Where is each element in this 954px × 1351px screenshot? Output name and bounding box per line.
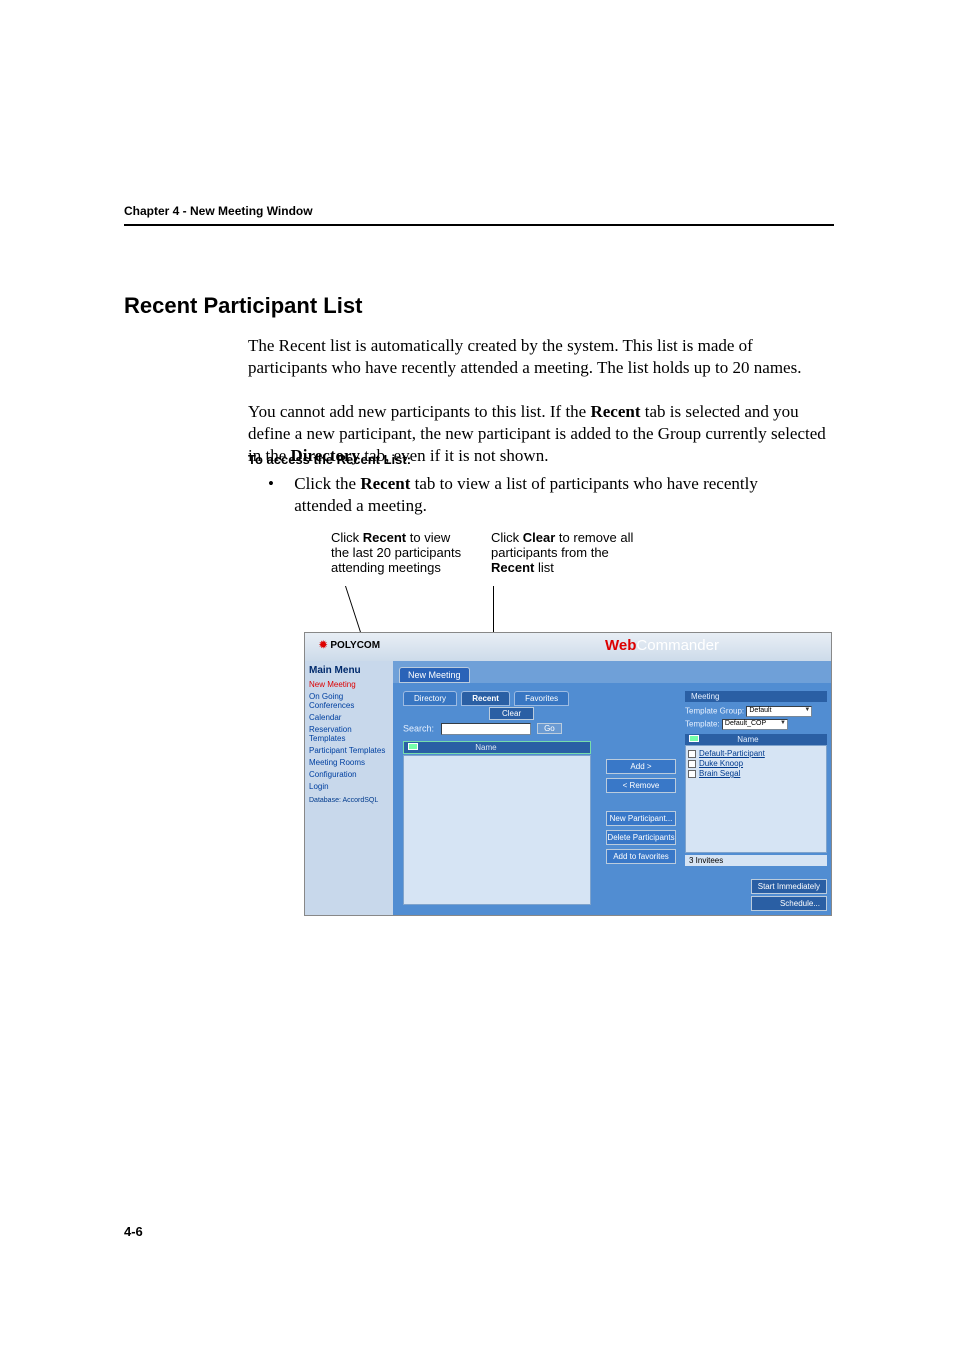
bottom-buttons: Start Immediately Schedule... [751, 877, 827, 911]
section-title: Recent Participant List [124, 293, 362, 319]
meeting-participants-list[interactable]: Default-Participant Duke Knoop Brain Seg… [685, 745, 827, 853]
recent-list[interactable] [403, 755, 591, 905]
participant-tabs: Directory Recent Favorites [403, 691, 571, 706]
annotation-clear-l1-post: to remove all [555, 530, 633, 545]
invitees-count: 3 Invitees [685, 855, 827, 866]
sidebar-title: Main Menu [309, 665, 389, 676]
sidebar-item-ongoing[interactable]: On Going Conferences [309, 692, 389, 710]
annotation-recent-l1-pre: Click [331, 530, 363, 545]
sidebar-item-login[interactable]: Login [309, 782, 389, 791]
sidebar-database: Database: AccordSQL [309, 797, 389, 804]
list-item[interactable]: Default-Participant [688, 749, 824, 758]
annotation-recent-l1-bold: Recent [363, 530, 406, 545]
template-group-label: Template Group: [685, 707, 744, 716]
annotation-clear-l1-pre: Click [491, 530, 523, 545]
brand-bar: ✹POLYCOM WebCommander [305, 633, 832, 661]
polycom-logo-text: POLYCOM [330, 640, 380, 651]
bullet-marker: • [268, 473, 290, 495]
meeting-panel-header: Meeting [685, 691, 827, 702]
annotation-arrow-left [345, 586, 362, 634]
annotation-clear-l3-post: list [534, 560, 554, 575]
main-panel: Directory Recent Favorites Clear Search:… [393, 683, 832, 916]
annotation-arrow-right [493, 586, 494, 634]
procedure-bullet: • Click the Recent tab to view a list of… [268, 473, 828, 517]
sidebar-item-participant-templates[interactable]: Participant Templates [309, 746, 389, 755]
checkbox-icon[interactable] [688, 770, 696, 778]
bullet-text-pre: Click the [294, 474, 360, 493]
template-label: Template: [685, 720, 720, 729]
sidebar-item-reservation-templates[interactable]: Reservation Templates [309, 725, 389, 743]
paragraph-1: The Recent list is automatically created… [248, 335, 832, 379]
annotation-clear-l1-bold: Clear [523, 530, 556, 545]
chapter-header: Chapter 4 - New Meeting Window [124, 204, 834, 226]
sidebar-item-new-meeting[interactable]: New Meeting [309, 680, 389, 689]
recent-list-header: Name [403, 741, 591, 754]
tab-new-meeting[interactable]: New Meeting [399, 667, 470, 683]
meeting-list-header-name: Name [737, 735, 758, 744]
recent-list-header-name: Name [475, 743, 496, 752]
template-group-select[interactable]: Default [746, 706, 812, 717]
paragraph-2-bold-recent: Recent [590, 402, 640, 421]
polycom-logo: ✹POLYCOM [319, 640, 380, 651]
annotation-clear: Click Clear to remove all participants f… [491, 530, 691, 575]
sidebar-item-configuration[interactable]: Configuration [309, 770, 389, 779]
webcommander-title-web: Web [605, 637, 636, 654]
annotation-clear-l2: participants from the [491, 545, 609, 560]
annotation-clear-l3-bold: Recent [491, 560, 534, 575]
webcommander-title-commander: Commander [636, 637, 719, 654]
annotation-recent-l1-post: to view [406, 530, 450, 545]
transfer-buttons: Add > < Remove New Participant... Delete… [601, 755, 681, 868]
bullet-bold-recent: Recent [360, 474, 410, 493]
screenshot-annotations: Click Recent to view the last 20 partici… [331, 530, 771, 620]
tab-recent[interactable]: Recent [461, 691, 510, 706]
polycom-logo-icon: ✹ [319, 640, 327, 651]
go-button[interactable]: Go [537, 723, 562, 734]
page-number: 4-6 [124, 1224, 143, 1239]
schedule-button[interactable]: Schedule... [751, 896, 827, 911]
list-item[interactable]: Duke Knoop [688, 759, 824, 768]
checkbox-icon[interactable] [688, 750, 696, 758]
webcommander-title: WebCommander [605, 637, 719, 654]
search-label: Search: [403, 723, 434, 733]
sidebar-item-calendar[interactable]: Calendar [309, 713, 389, 722]
annotation-recent: Click Recent to view the last 20 partici… [331, 530, 511, 575]
tab-favorites[interactable]: Favorites [514, 691, 569, 706]
clear-button[interactable]: Clear [489, 707, 534, 720]
meeting-list-header: Name [685, 734, 827, 745]
search-row: Search: Go [403, 723, 562, 735]
search-input[interactable] [441, 723, 531, 735]
webcommander-screenshot: ✹POLYCOM WebCommander Main Menu New Meet… [304, 632, 832, 916]
tab-directory[interactable]: Directory [403, 691, 457, 706]
list-item[interactable]: Brain Segal [688, 769, 824, 778]
add-to-favorites-button[interactable]: Add to favorites [606, 849, 676, 864]
sidebar: Main Menu New Meeting On Going Conferenc… [305, 661, 393, 916]
delete-participants-button[interactable]: Delete Participants [606, 830, 676, 845]
start-immediately-button[interactable]: Start Immediately [751, 879, 827, 894]
template-select[interactable]: Default_COP [722, 719, 788, 730]
annotation-recent-l2: the last 20 participants [331, 545, 461, 560]
sidebar-item-meeting-rooms[interactable]: Meeting Rooms [309, 758, 389, 767]
procedure-heading: To access the Recent List: [248, 452, 411, 467]
annotation-recent-l3: attending meetings [331, 560, 441, 575]
meeting-panel: Meeting Template Group: Default Template… [685, 691, 827, 866]
remove-button[interactable]: < Remove [606, 778, 676, 793]
paragraph-2-text: You cannot add new participants to this … [248, 402, 590, 421]
add-button[interactable]: Add > [606, 759, 676, 774]
new-participant-button[interactable]: New Participant... [606, 811, 676, 826]
checkbox-icon[interactable] [688, 760, 696, 768]
